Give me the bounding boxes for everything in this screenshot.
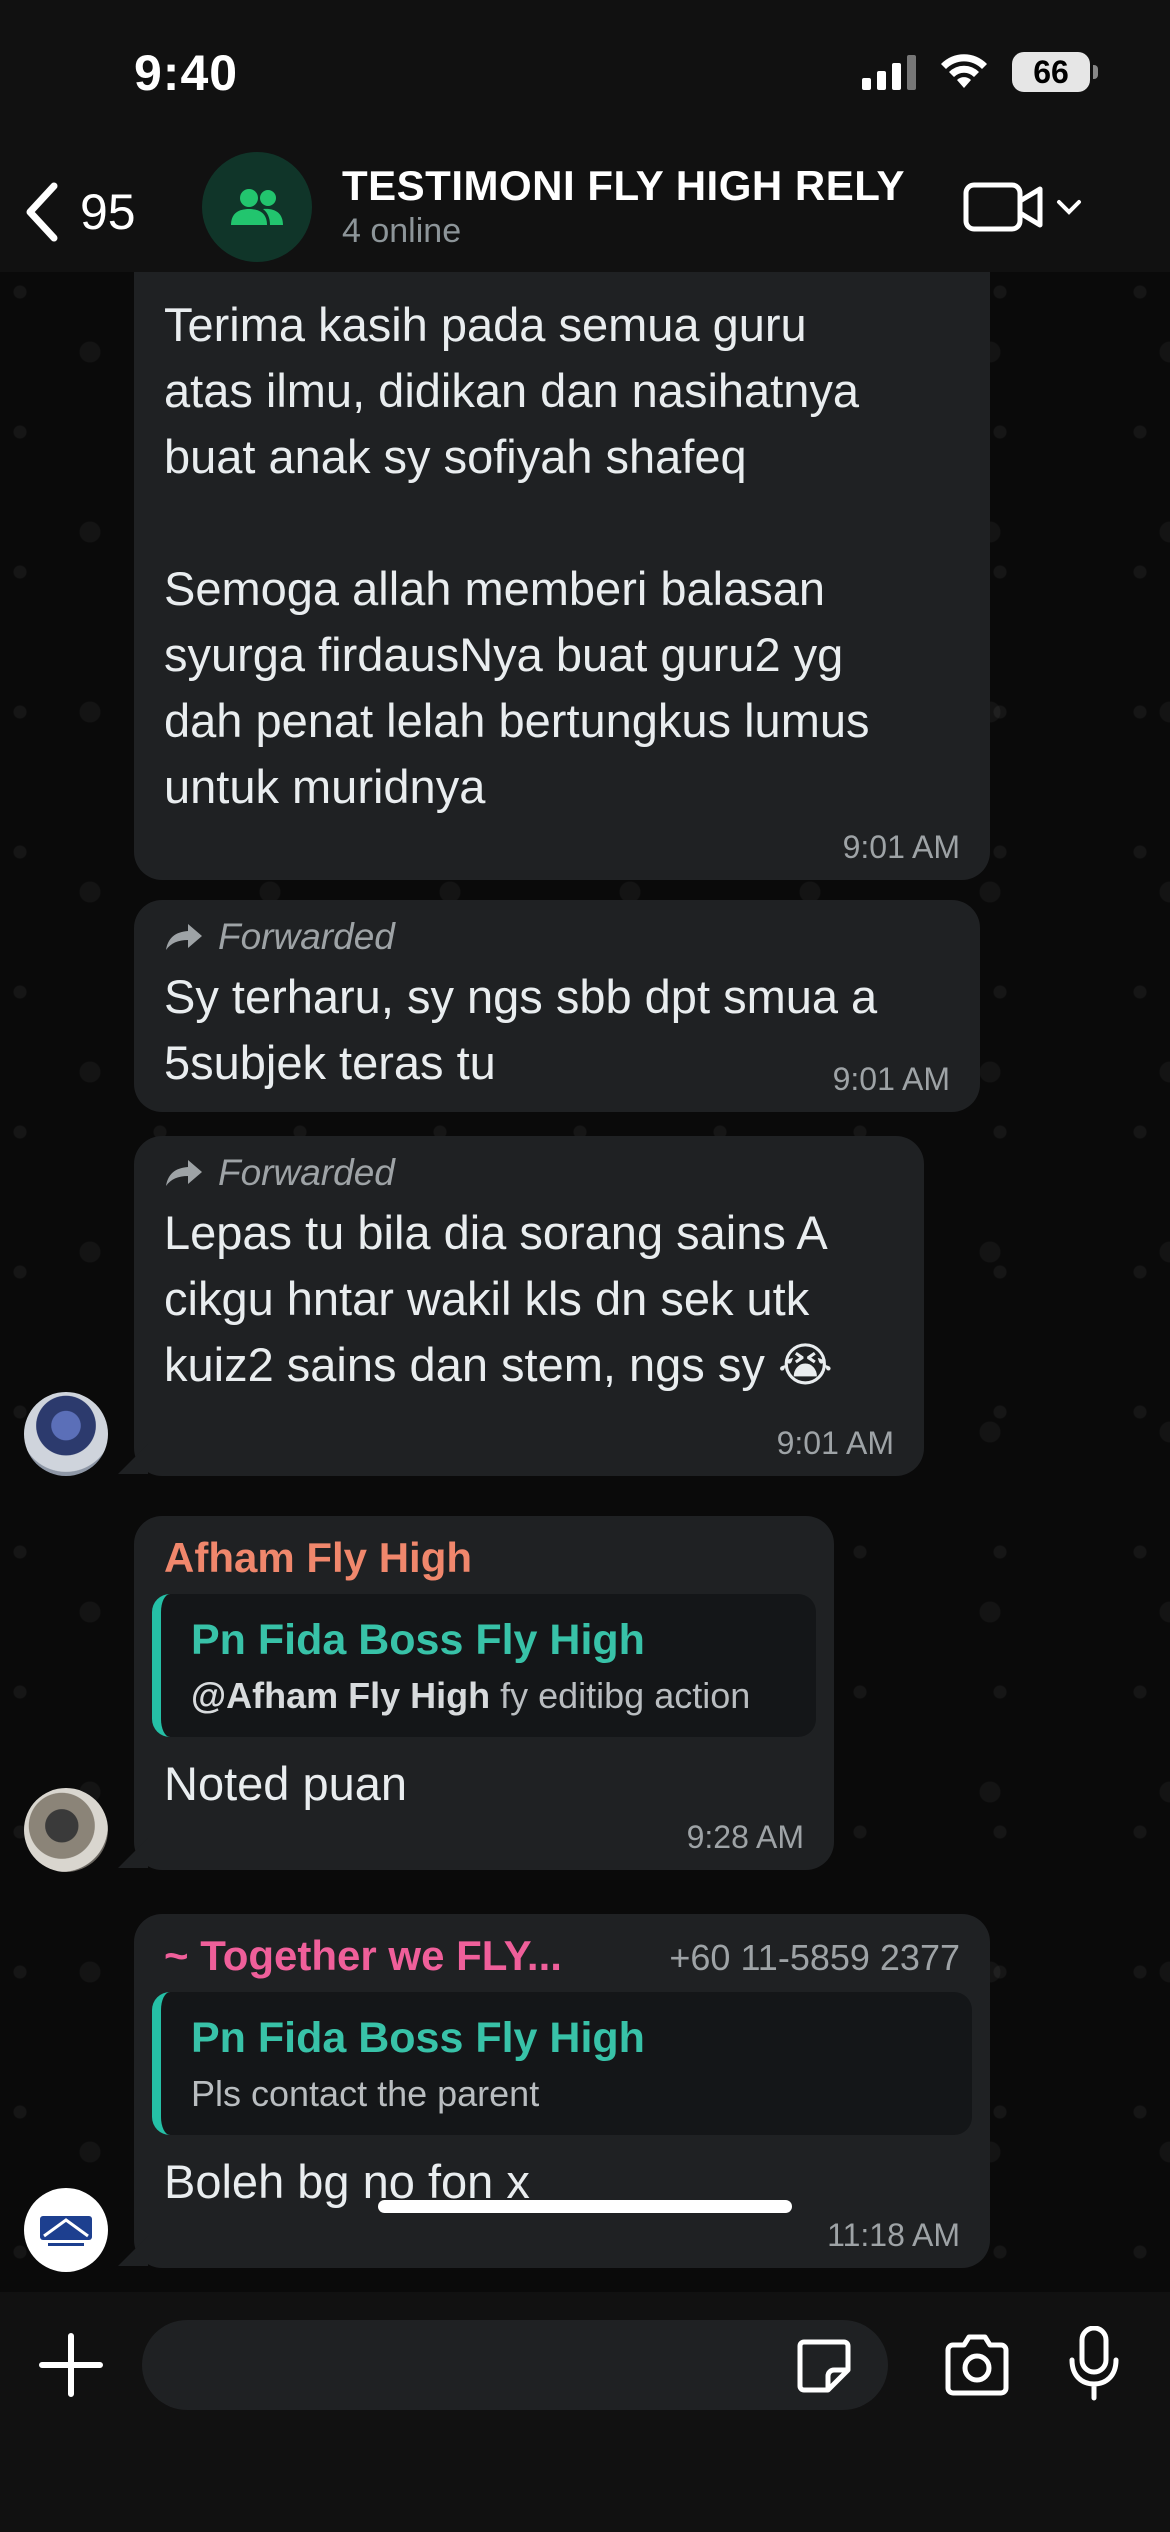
quoted-text: @Afham Fly High fy editibg action [191, 1675, 796, 1717]
message-bubble[interactable]: Afham Fly High Pn Fida Boss Fly High @Af… [134, 1516, 834, 1870]
message-time: 11:18 AM [827, 2217, 960, 2253]
sender-phone[interactable]: +60 11-5859 2377 [669, 1937, 960, 1979]
message-text: Lepas tu bila dia sorang sains A cikgu h… [164, 1206, 833, 1391]
status-bar: 9:40 66 [0, 0, 1170, 150]
microphone-icon[interactable] [1066, 2326, 1122, 2402]
unread-count: 95 [80, 184, 136, 240]
group-avatar[interactable] [202, 152, 312, 262]
message-bubble[interactable]: ~ Together we FLY... +60 11-5859 2377 Pn… [134, 1914, 990, 2268]
message-text: Terima kasih pada semua guru atas ilmu, … [164, 298, 870, 813]
back-chevron-icon [26, 182, 58, 242]
bubble-tail [118, 1444, 148, 1474]
message-input[interactable] [142, 2320, 888, 2410]
quoted-message[interactable]: Pn Fida Boss Fly High Pls contact the pa… [152, 1992, 972, 2135]
home-indicator[interactable] [378, 2200, 792, 2213]
video-camera-icon [963, 182, 1043, 232]
sticker-icon[interactable] [794, 2336, 854, 2396]
online-status: 4 online [342, 212, 462, 250]
message-text: Noted puan [164, 1757, 408, 1810]
message-bubble[interactable]: Terima kasih pada semua guru atas ilmu, … [134, 272, 990, 880]
sender-avatar[interactable] [24, 1392, 108, 1476]
cellular-signal-icon [862, 54, 916, 90]
message-time: 9:01 AM [842, 829, 960, 865]
battery-icon: 66 [1012, 52, 1098, 92]
status-time: 9:40 [134, 45, 239, 101]
message-bubble[interactable]: Forwarded Lepas tu bila dia sorang sains… [134, 1136, 924, 1476]
group-icon [231, 189, 283, 225]
message-time: 9:28 AM [686, 1819, 804, 1855]
chat-area[interactable]: Terima kasih pada semua guru atas ilmu, … [0, 272, 1170, 2292]
bubble-tail [118, 1838, 148, 1868]
forward-arrow-icon [166, 924, 202, 950]
back-button[interactable]: 95 [22, 172, 136, 252]
quoted-sender: Pn Fida Boss Fly High [191, 2014, 645, 2062]
sender-name[interactable]: ~ Together we FLY... [164, 1932, 562, 1980]
quoted-text: Pls contact the parent [191, 2073, 540, 2114]
chat-header: 95 TESTIMONI FLY HIGH RELY 4 online [0, 150, 1170, 272]
quoted-body: fy editibg action [490, 1675, 751, 1716]
group-title[interactable]: TESTIMONI FLY HIGH RELY [342, 162, 905, 210]
chevron-down-icon [1057, 200, 1081, 215]
status-icons: 66 [862, 52, 1098, 92]
wifi-icon [941, 54, 987, 88]
forward-arrow-icon [166, 1160, 202, 1186]
bubble-tail [118, 2236, 148, 2266]
sender-row: ~ Together we FLY... +60 11-5859 2377 [164, 1932, 960, 1980]
sender-name[interactable]: Afham Fly High [164, 1534, 804, 1582]
sender-avatar[interactable] [24, 2188, 108, 2272]
plus-icon[interactable] [36, 2330, 106, 2400]
quoted-mention: @Afham Fly High [191, 1675, 491, 1716]
quoted-sender: Pn Fida Boss Fly High [191, 1616, 645, 1664]
camera-icon[interactable] [942, 2332, 1012, 2398]
forwarded-label: Forwarded [164, 1152, 894, 1194]
sender-avatar[interactable] [24, 1788, 108, 1872]
message-time: 9:01 AM [776, 1425, 894, 1461]
fly-high-logo-icon [40, 2216, 92, 2246]
forwarded-label: Forwarded [164, 916, 950, 958]
message-time: 9:01 AM [832, 1061, 950, 1097]
forwarded-text: Forwarded [218, 1152, 395, 1193]
message-composer [0, 2292, 1170, 2532]
forwarded-text: Forwarded [218, 916, 395, 957]
message-bubble[interactable]: Forwarded Sy terharu, sy ngs sbb dpt smu… [134, 900, 980, 1112]
video-call-button[interactable] [962, 172, 1082, 242]
quoted-message[interactable]: Pn Fida Boss Fly High @Afham Fly High fy… [152, 1594, 816, 1737]
